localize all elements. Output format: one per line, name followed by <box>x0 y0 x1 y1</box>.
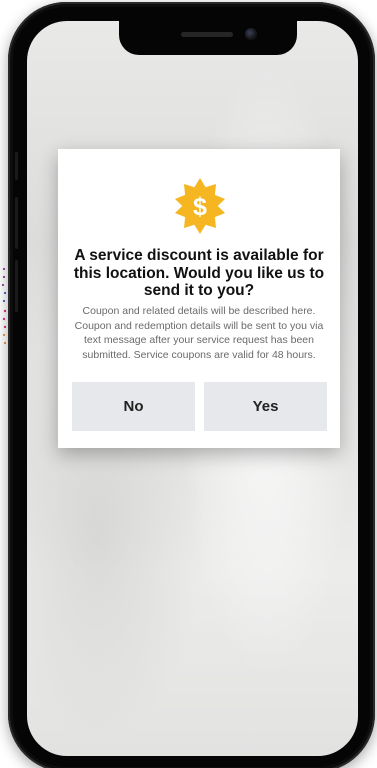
volume-up-button <box>15 197 18 249</box>
stage: $ A service discount is available for th… <box>0 0 377 768</box>
front-camera <box>245 28 257 40</box>
phone-notch <box>119 21 297 55</box>
mute-switch <box>15 152 18 180</box>
yes-button[interactable]: Yes <box>204 382 327 431</box>
discount-dialog: $ A service discount is available for th… <box>58 149 340 448</box>
dollar-badge-icon: $ <box>175 178 225 234</box>
dialog-description: Coupon and related details will be descr… <box>74 305 324 361</box>
speaker-grille <box>181 32 233 37</box>
svg-text:$: $ <box>193 193 207 221</box>
no-button[interactable]: No <box>72 382 195 431</box>
dialog-title: A service discount is available for this… <box>73 247 325 299</box>
volume-down-button <box>15 260 18 312</box>
